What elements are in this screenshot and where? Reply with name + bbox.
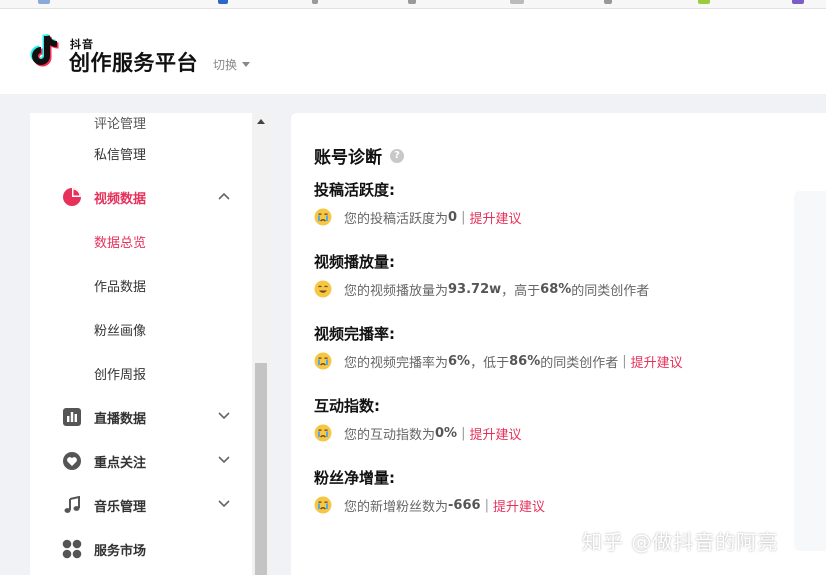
metric-percentile: 86%	[509, 353, 541, 369]
metric-line: 您的视频完播率为 6% ，低于 86% 的同类创作者 | 提升建议	[314, 351, 794, 371]
bookmark-fragment	[38, 0, 50, 4]
metric-text: 您的新增粉丝数为	[344, 499, 449, 515]
bookmark-fragment	[218, 0, 228, 4]
bookmark-fragment	[698, 0, 710, 4]
metric-value: 93.72w	[448, 281, 502, 297]
smiling-face-icon	[314, 280, 332, 298]
metric-text: 您的互动指数为	[344, 427, 436, 443]
sidebar-item-label: 数据总览	[94, 235, 147, 251]
chevron-up-icon[interactable]	[218, 192, 230, 200]
sidebar-item-key-focus[interactable]: 重点关注	[30, 439, 252, 483]
separator: |	[461, 425, 466, 441]
metric-text: 您的视频播放量为	[344, 283, 449, 299]
douyin-logo-icon[interactable]	[28, 31, 64, 71]
separator: |	[622, 353, 627, 369]
chevron-down-icon[interactable]	[218, 500, 230, 508]
sidebar-item-label: 重点关注	[94, 455, 147, 471]
bar-chart-icon	[62, 407, 82, 427]
metric-line: 您的互动指数为 0% | 提升建议	[314, 423, 794, 443]
metric-completion-rate: 视频完播率: 您的视频完播率为 6% ，低于 86% 的同类创作者 | 提升建议	[314, 323, 794, 371]
metric-value: -666	[448, 497, 481, 513]
sidebar-item-weekly-report[interactable]: 创作周报	[30, 351, 252, 395]
separator: |	[461, 209, 466, 225]
metric-value: 0	[448, 209, 458, 225]
sidebar-item-label: 直播数据	[94, 411, 147, 427]
top-header: 抖音 创作服务平台 切换	[0, 9, 826, 94]
browser-bookmark-strip	[0, 0, 826, 9]
watermark: 知乎 @做抖音的阿亮	[582, 530, 779, 554]
account-diagnosis-panel: 账号诊断 ? 投稿活跃度: 您的投稿活跃度为 0 | 提升建议 视频播放量: 您…	[291, 113, 826, 575]
help-icon[interactable]: ?	[390, 148, 404, 163]
sidebar-item-video-data[interactable]: 视频数据	[30, 175, 252, 219]
metric-title: 互动指数:	[314, 397, 380, 415]
metric-text-mid: ，低于	[470, 355, 510, 371]
bookmark-fragment	[408, 0, 416, 4]
sidebar-item-label: 音乐管理	[94, 499, 147, 515]
crying-face-icon	[314, 208, 332, 226]
metric-title: 粉丝净增量:	[314, 469, 395, 487]
crying-face-icon	[314, 352, 332, 370]
metric-title: 视频播放量:	[314, 253, 395, 271]
metric-text-mid: ，高于	[501, 283, 541, 299]
scrollbar-thumb[interactable]	[255, 363, 267, 575]
bookmark-fragment	[792, 0, 804, 4]
bookmark-fragment	[510, 0, 524, 4]
metric-value: 6%	[448, 353, 471, 369]
metric-title: 投稿活跃度:	[314, 181, 395, 199]
sidebar-nav: 评论管理 私信管理 视频数据 数据总览 作品数据 粉丝画像 创作周报 直播数据 …	[30, 113, 270, 575]
crying-face-icon	[314, 496, 332, 514]
music-note-icon	[62, 495, 82, 515]
bookmark-fragment	[312, 0, 318, 4]
sidebar-item-label: 私信管理	[94, 147, 147, 163]
heart-icon	[62, 451, 82, 471]
separator: |	[484, 497, 489, 513]
chevron-down-icon[interactable]	[218, 412, 230, 420]
metric-line: 您的新增粉丝数为 -666 | 提升建议	[314, 495, 794, 515]
sidebar-item-private-messages[interactable]: 私信管理	[30, 131, 252, 175]
metric-text-suffix: 的同类创作者	[571, 283, 650, 299]
sidebar-item-label: 评论管理	[94, 116, 147, 132]
crying-face-icon	[314, 424, 332, 442]
caret-down-icon	[242, 62, 251, 67]
metric-text: 您的视频完播率为	[344, 355, 449, 371]
scroll-up-arrow-icon[interactable]	[257, 119, 265, 124]
sidebar-item-label: 粉丝画像	[94, 323, 147, 339]
sidebar-item-label: 作品数据	[94, 279, 147, 295]
sidebar-item-works-data[interactable]: 作品数据	[30, 263, 252, 307]
switch-label: 切换	[213, 58, 238, 72]
sidebar-item-service-market[interactable]: 服务市场	[30, 527, 252, 571]
section-title: 账号诊断 ?	[314, 143, 404, 168]
switch-dropdown[interactable]: 切换	[213, 56, 251, 73]
sidebar-item-label: 创作周报	[94, 367, 147, 383]
platform-title[interactable]: 创作服务平台	[69, 47, 198, 77]
metric-percentile: 68%	[540, 281, 572, 297]
metric-video-views: 视频播放量: 您的视频播放量为 93.72w ，高于 68% 的同类创作者	[314, 251, 794, 299]
bookmark-fragment	[604, 0, 612, 4]
metric-text: 您的投稿活跃度为	[344, 211, 449, 227]
sidebar-item-data-overview[interactable]: 数据总览	[30, 219, 252, 263]
metric-net-follower-growth: 粉丝净增量: 您的新增粉丝数为 -666 | 提升建议	[314, 467, 794, 515]
metric-line: 您的视频播放量为 93.72w ，高于 68% 的同类创作者	[314, 279, 794, 299]
sidebar-scrollbar[interactable]	[252, 113, 270, 575]
metric-title: 视频完播率:	[314, 325, 395, 343]
improve-suggestion-link[interactable]: 提升建议	[469, 424, 521, 443]
sidebar-item-live-data[interactable]: 直播数据	[30, 395, 252, 439]
metric-text-suffix: 的同类创作者	[540, 355, 619, 371]
side-card	[794, 191, 826, 551]
chevron-down-icon[interactable]	[218, 456, 230, 464]
metric-interaction-index: 互动指数: 您的互动指数为 0% | 提升建议	[314, 395, 794, 443]
improve-suggestion-link[interactable]: 提升建议	[493, 496, 545, 515]
sidebar-item-music-management[interactable]: 音乐管理	[30, 483, 252, 527]
metric-line: 您的投稿活跃度为 0 | 提升建议	[314, 207, 794, 227]
sidebar-item-label: 视频数据	[94, 191, 147, 207]
page-title: 账号诊断	[314, 148, 382, 168]
sidebar-item-label: 服务市场	[94, 543, 147, 559]
metric-value: 0%	[435, 425, 458, 441]
metric-posting-activity: 投稿活跃度: 您的投稿活跃度为 0 | 提升建议	[314, 179, 794, 227]
improve-suggestion-link[interactable]: 提升建议	[469, 208, 521, 227]
sidebar-item-fan-profile[interactable]: 粉丝画像	[30, 307, 252, 351]
grid-icon	[62, 539, 82, 559]
improve-suggestion-link[interactable]: 提升建议	[631, 352, 683, 371]
pie-chart-icon	[62, 187, 82, 207]
